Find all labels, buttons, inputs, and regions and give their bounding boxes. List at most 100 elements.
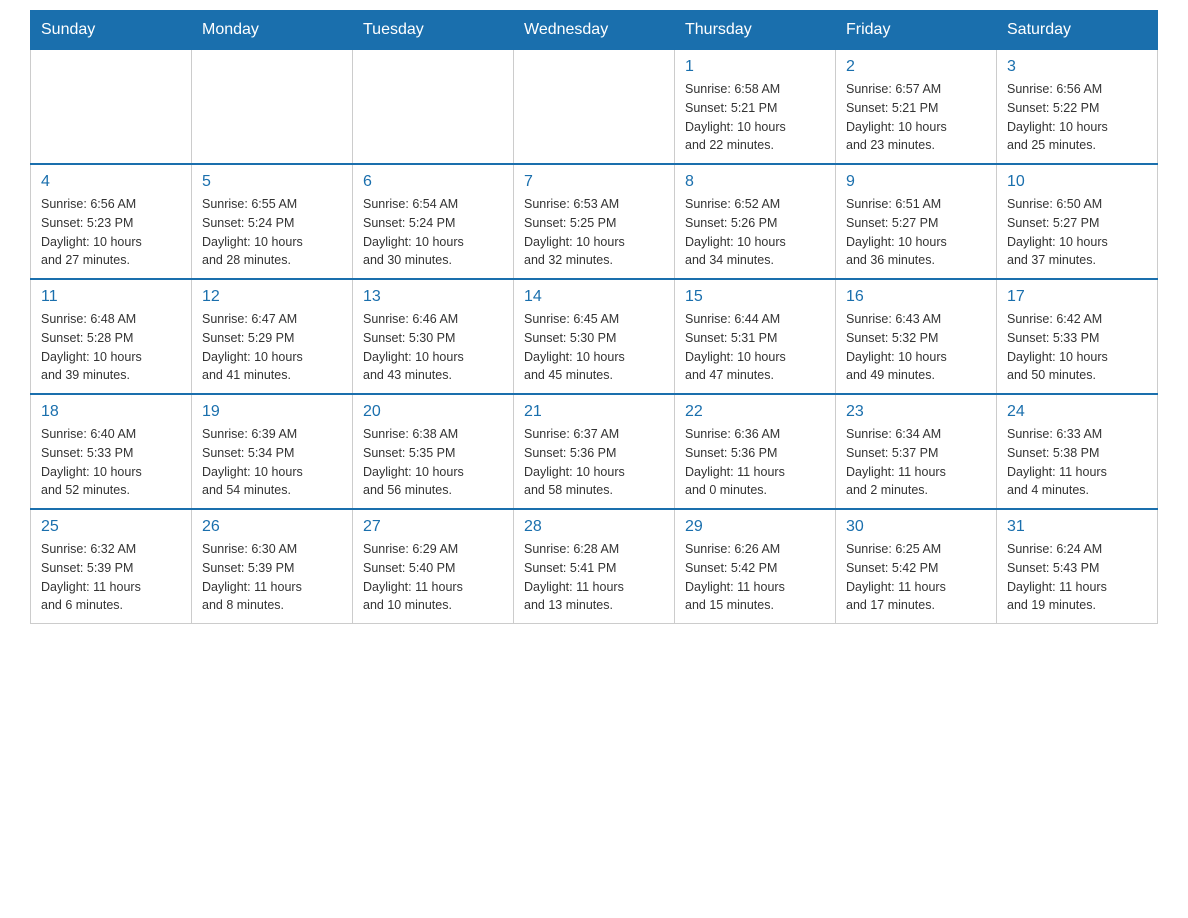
calendar-cell: 5Sunrise: 6:55 AM Sunset: 5:24 PM Daylig… (192, 164, 353, 279)
day-info: Sunrise: 6:29 AM Sunset: 5:40 PM Dayligh… (363, 540, 503, 615)
day-number: 15 (685, 288, 825, 306)
calendar-week-row: 11 Sunrise: 6:48 AM Sunset: 5:28 PM Dayli… (31, 279, 1158, 394)
calendar-cell: 24 Sunrise: 6:33 AM Sunset: 5:38 PM Dayli… (997, 394, 1158, 509)
day-info: Sunrise: 6:54 AM Sunset: 5:24 PM Dayligh… (363, 195, 503, 270)
calendar-cell: 11 Sunrise: 6:48 AM Sunset: 5:28 PM Dayli… (31, 279, 192, 394)
day-number: 21 (524, 403, 664, 421)
calendar-cell: 28 Sunrise: 6:28 AM Sunset: 5:41 PM Dayli… (514, 509, 675, 624)
calendar-header-row: SundayMondayTuesdayWednesdayThursdayFrid… (31, 11, 1158, 50)
calendar-cell: 12 Sunrise: 6:47 AM Sunset: 5:29 PM Dayli… (192, 279, 353, 394)
calendar-cell: 7Sunrise: 6:53 AM Sunset: 5:25 PM Daylig… (514, 164, 675, 279)
day-number: 24 (1007, 403, 1147, 421)
calendar-cell: 23 Sunrise: 6:34 AM Sunset: 5:37 PM Dayli… (836, 394, 997, 509)
day-number: 29 (685, 518, 825, 536)
day-info: Sunrise: 6:44 AM Sunset: 5:31 PM Dayligh… (685, 310, 825, 385)
day-info: Sunrise: 6:28 AM Sunset: 5:41 PM Dayligh… (524, 540, 664, 615)
calendar-cell: 1 Sunrise: 6:58 AM Sunset: 5:21 PM Daylig… (675, 50, 836, 165)
day-info: Sunrise: 6:52 AM Sunset: 5:26 PM Dayligh… (685, 195, 825, 270)
day-info: Sunrise: 6:39 AM Sunset: 5:34 PM Dayligh… (202, 425, 342, 500)
day-number: 30 (846, 518, 986, 536)
day-number: 31 (1007, 518, 1147, 536)
day-info: Sunrise: 6:37 AM Sunset: 5:36 PM Dayligh… (524, 425, 664, 500)
day-info: Sunrise: 6:42 AM Sunset: 5:33 PM Dayligh… (1007, 310, 1147, 385)
day-number: 11 (41, 288, 181, 306)
calendar-cell: 25 Sunrise: 6:32 AM Sunset: 5:39 PM Dayli… (31, 509, 192, 624)
day-info: Sunrise: 6:50 AM Sunset: 5:27 PM Dayligh… (1007, 195, 1147, 270)
day-number: 28 (524, 518, 664, 536)
day-info: Sunrise: 6:26 AM Sunset: 5:42 PM Dayligh… (685, 540, 825, 615)
day-info: Sunrise: 6:24 AM Sunset: 5:43 PM Dayligh… (1007, 540, 1147, 615)
day-number: 2 (846, 58, 986, 76)
day-info: Sunrise: 6:46 AM Sunset: 5:30 PM Dayligh… (363, 310, 503, 385)
day-number: 18 (41, 403, 181, 421)
calendar-cell: 19 Sunrise: 6:39 AM Sunset: 5:34 PM Dayli… (192, 394, 353, 509)
day-info: Sunrise: 6:47 AM Sunset: 5:29 PM Dayligh… (202, 310, 342, 385)
calendar-header-sunday: Sunday (31, 11, 192, 50)
day-number: 7 (524, 173, 664, 191)
calendar-cell: 27 Sunrise: 6:29 AM Sunset: 5:40 PM Dayli… (353, 509, 514, 624)
day-info: Sunrise: 6:36 AM Sunset: 5:36 PM Dayligh… (685, 425, 825, 500)
day-info: Sunrise: 6:57 AM Sunset: 5:21 PM Dayligh… (846, 80, 986, 155)
day-info: Sunrise: 6:38 AM Sunset: 5:35 PM Dayligh… (363, 425, 503, 500)
calendar-cell: 9 Sunrise: 6:51 AM Sunset: 5:27 PM Daylig… (836, 164, 997, 279)
calendar-header-wednesday: Wednesday (514, 11, 675, 50)
calendar-cell: 31 Sunrise: 6:24 AM Sunset: 5:43 PM Dayli… (997, 509, 1158, 624)
day-number: 17 (1007, 288, 1147, 306)
calendar-cell: 21 Sunrise: 6:37 AM Sunset: 5:36 PM Dayli… (514, 394, 675, 509)
calendar-cell (192, 50, 353, 165)
day-number: 20 (363, 403, 503, 421)
calendar-table: SundayMondayTuesdayWednesdayThursdayFrid… (30, 10, 1158, 624)
day-info: Sunrise: 6:34 AM Sunset: 5:37 PM Dayligh… (846, 425, 986, 500)
day-info: Sunrise: 6:40 AM Sunset: 5:33 PM Dayligh… (41, 425, 181, 500)
day-info: Sunrise: 6:32 AM Sunset: 5:39 PM Dayligh… (41, 540, 181, 615)
calendar-cell: 30Sunrise: 6:25 AM Sunset: 5:42 PM Dayli… (836, 509, 997, 624)
calendar-cell: 29 Sunrise: 6:26 AM Sunset: 5:42 PM Dayli… (675, 509, 836, 624)
calendar-cell: 4Sunrise: 6:56 AM Sunset: 5:23 PM Daylig… (31, 164, 192, 279)
day-number: 13 (363, 288, 503, 306)
calendar-cell: 2 Sunrise: 6:57 AM Sunset: 5:21 PM Daylig… (836, 50, 997, 165)
day-info: Sunrise: 6:56 AM Sunset: 5:22 PM Dayligh… (1007, 80, 1147, 155)
calendar-cell (353, 50, 514, 165)
calendar-cell: 26 Sunrise: 6:30 AM Sunset: 5:39 PM Dayli… (192, 509, 353, 624)
day-info: Sunrise: 6:48 AM Sunset: 5:28 PM Dayligh… (41, 310, 181, 385)
day-number: 9 (846, 173, 986, 191)
day-number: 22 (685, 403, 825, 421)
calendar-week-row: 4Sunrise: 6:56 AM Sunset: 5:23 PM Daylig… (31, 164, 1158, 279)
calendar-week-row: 18 Sunrise: 6:40 AM Sunset: 5:33 PM Dayli… (31, 394, 1158, 509)
day-info: Sunrise: 6:55 AM Sunset: 5:24 PM Dayligh… (202, 195, 342, 270)
day-info: Sunrise: 6:45 AM Sunset: 5:30 PM Dayligh… (524, 310, 664, 385)
calendar-cell: 15 Sunrise: 6:44 AM Sunset: 5:31 PM Dayli… (675, 279, 836, 394)
calendar-cell: 14 Sunrise: 6:45 AM Sunset: 5:30 PM Dayli… (514, 279, 675, 394)
day-number: 19 (202, 403, 342, 421)
day-number: 25 (41, 518, 181, 536)
calendar-header-monday: Monday (192, 11, 353, 50)
calendar-cell: 18 Sunrise: 6:40 AM Sunset: 5:33 PM Dayli… (31, 394, 192, 509)
day-number: 27 (363, 518, 503, 536)
day-info: Sunrise: 6:51 AM Sunset: 5:27 PM Dayligh… (846, 195, 986, 270)
calendar-cell: 6 Sunrise: 6:54 AM Sunset: 5:24 PM Daylig… (353, 164, 514, 279)
day-info: Sunrise: 6:30 AM Sunset: 5:39 PM Dayligh… (202, 540, 342, 615)
calendar-week-row: 25 Sunrise: 6:32 AM Sunset: 5:39 PM Dayli… (31, 509, 1158, 624)
day-number: 1 (685, 58, 825, 76)
day-number: 3 (1007, 58, 1147, 76)
calendar-header-tuesday: Tuesday (353, 11, 514, 50)
day-number: 6 (363, 173, 503, 191)
day-number: 16 (846, 288, 986, 306)
day-number: 12 (202, 288, 342, 306)
calendar-cell (31, 50, 192, 165)
day-info: Sunrise: 6:58 AM Sunset: 5:21 PM Dayligh… (685, 80, 825, 155)
calendar-header-friday: Friday (836, 11, 997, 50)
day-info: Sunrise: 6:56 AM Sunset: 5:23 PM Dayligh… (41, 195, 181, 270)
day-number: 14 (524, 288, 664, 306)
day-number: 26 (202, 518, 342, 536)
day-number: 23 (846, 403, 986, 421)
calendar-cell: 10 Sunrise: 6:50 AM Sunset: 5:27 PM Dayli… (997, 164, 1158, 279)
calendar-week-row: 1 Sunrise: 6:58 AM Sunset: 5:21 PM Daylig… (31, 50, 1158, 165)
calendar-header-thursday: Thursday (675, 11, 836, 50)
day-info: Sunrise: 6:33 AM Sunset: 5:38 PM Dayligh… (1007, 425, 1147, 500)
calendar-cell: 22 Sunrise: 6:36 AM Sunset: 5:36 PM Dayli… (675, 394, 836, 509)
calendar-cell: 3 Sunrise: 6:56 AM Sunset: 5:22 PM Daylig… (997, 50, 1158, 165)
day-number: 10 (1007, 173, 1147, 191)
day-info: Sunrise: 6:43 AM Sunset: 5:32 PM Dayligh… (846, 310, 986, 385)
calendar-header-saturday: Saturday (997, 11, 1158, 50)
